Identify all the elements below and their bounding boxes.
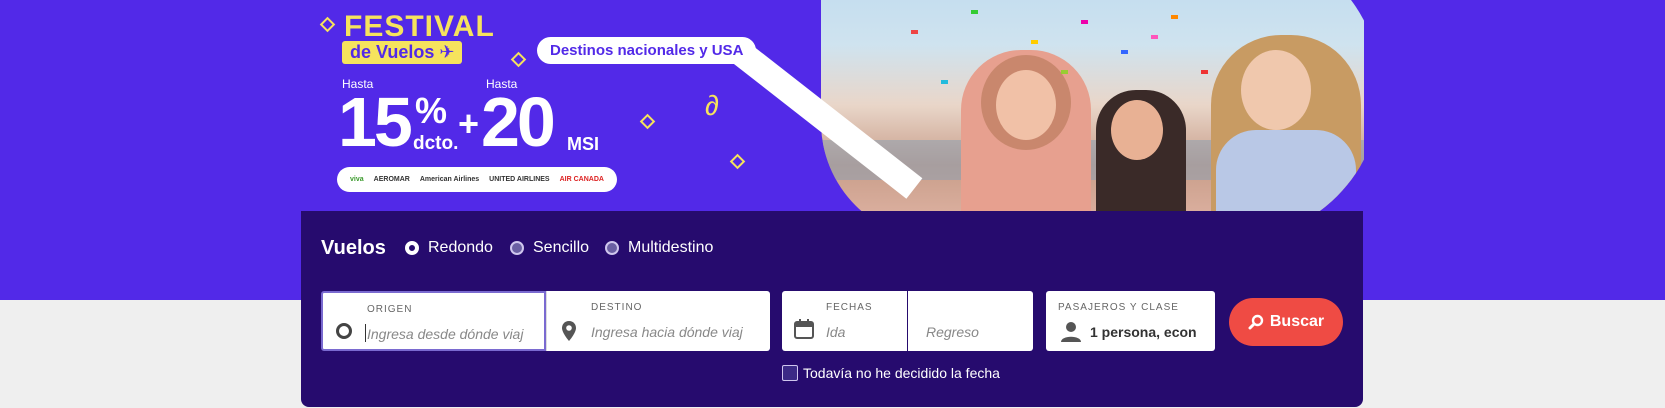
united-airlines-logo: UNITED AIRLINES [489,176,550,183]
msi-label: MSI [567,134,600,154]
trip-type-sencillo[interactable]: Sencillo [510,239,589,257]
search-title: Vuelos [321,237,386,259]
departure-date-field[interactable]: FECHAS Ida [782,291,907,351]
origin-label: ORIGEN [367,304,413,315]
search-button-label: Buscar [1269,313,1325,330]
calendar-icon [794,319,814,339]
return-date-input[interactable]: Regreso [926,324,979,340]
passengers-field[interactable]: PASAJEROS Y CLASE 1 persona, econ [1046,291,1215,351]
viva-logo: viva [350,176,364,183]
discount-number: 15 [338,83,413,161]
confetti-swirl-icon: ∂ [705,90,719,121]
confetti-diamond-icon [319,16,336,33]
plus-sign: + [458,103,480,144]
origin-circle-icon [336,323,352,339]
airline-logos: viva AEROMAR American Airlines UNITED AI… [337,167,617,192]
radio-selected-icon [405,241,419,255]
radio-icon [605,241,619,255]
location-pin-icon [562,321,576,341]
trip-type-redondo[interactable]: Redondo [405,239,493,257]
confetti-diamond-icon [729,153,746,170]
american-airlines-logo: American Airlines [419,176,480,183]
checkbox-icon[interactable] [782,365,798,381]
person-icon [1061,322,1081,342]
flight-search-panel: Vuelos Redondo Sencillo Multidestino ORI… [301,211,1363,407]
destination-input[interactable]: Ingresa hacia dónde viaj [591,324,761,340]
undecided-date-label: Todavía no he decidido la fecha [803,365,1000,381]
trip-type-label: Multidestino [628,239,714,256]
destinos-pill: Destinos nacionales y USA [537,37,757,64]
discount-label: dcto. [413,133,459,154]
festival-title: FESTIVAL [344,10,495,43]
dates-label: FECHAS [826,302,873,313]
aeromar-logo: AEROMAR [373,176,410,183]
destination-label: DESTINO [591,302,643,313]
passengers-label: PASAJEROS Y CLASE [1058,302,1179,313]
de-vuelos-tag: de Vuelos ✈ [342,41,463,64]
passengers-value: 1 persona, econ [1090,324,1197,340]
trip-type-label: Redondo [428,239,493,256]
origin-field[interactable]: ORIGEN Ingresa desde dónde viaj [321,291,546,351]
percent-sign: % [415,90,448,131]
undecided-date-checkbox[interactable]: Todavía no he decidido la fecha [782,365,1000,381]
confetti-diamond-icon [639,113,656,130]
msi-number: 20 [481,83,556,161]
air-canada-logo: AIR CANADA [559,176,604,183]
origin-input[interactable]: Ingresa desde dónde viaj [367,326,525,342]
destination-field[interactable]: DESTINO Ingresa hacia dónde viaj [546,291,770,351]
search-icon [1248,314,1264,330]
search-button[interactable]: Buscar [1229,298,1343,346]
departure-date-input[interactable]: Ida [826,324,845,340]
promo-banner[interactable]: FESTIVAL de Vuelos ✈ Destinos nacionales… [301,0,1364,211]
radio-icon [510,241,524,255]
return-date-field[interactable]: Regreso [908,291,1033,351]
trip-type-multidestino[interactable]: Multidestino [605,239,713,257]
airplane-icon: ✈ [439,42,455,62]
confetti-diamond-icon [510,51,527,68]
trip-type-label: Sencillo [533,239,590,256]
